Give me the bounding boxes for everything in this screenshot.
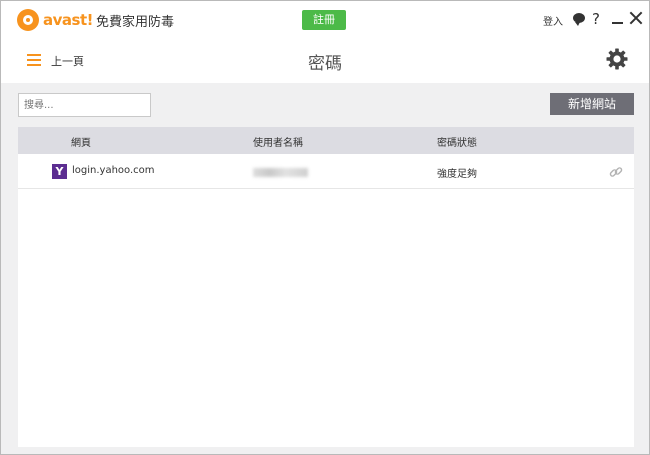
table-header: 網頁 使用者名稱 密碼狀態	[18, 127, 634, 154]
avast-logo-icon	[17, 9, 39, 31]
title-bar: avast! 免費家用防毒 註冊 登入 ?	[1, 1, 649, 39]
app-window: avast! 免費家用防毒 註冊 登入 ? 上一頁 密碼 搜尋... 新增網站 …	[0, 0, 650, 455]
avast-logo: avast!	[17, 8, 93, 32]
chat-icon[interactable]	[573, 13, 585, 26]
nav-bar: 上一頁 密碼	[1, 39, 649, 83]
table-row[interactable]: Y login.yahoo.com 強度足夠	[18, 154, 634, 189]
register-button[interactable]: 註冊	[302, 10, 346, 30]
gear-icon[interactable]	[605, 47, 629, 71]
column-header-status[interactable]: 密碼狀態	[437, 134, 477, 149]
password-table: 網頁 使用者名稱 密碼狀態 Y login.yahoo.com 強度足夠	[18, 127, 634, 447]
username-blurred	[253, 168, 308, 177]
page-title: 密碼	[308, 54, 342, 74]
search-input[interactable]	[18, 93, 151, 117]
app-title: 免費家用防毒	[96, 15, 175, 30]
login-link[interactable]: 登入	[543, 13, 563, 28]
column-header-site[interactable]: 網頁	[71, 134, 91, 149]
password-status: 強度足夠	[437, 169, 477, 180]
logo-text: avast!	[43, 11, 93, 29]
yahoo-icon: Y	[52, 164, 67, 179]
column-header-username[interactable]: 使用者名稱	[253, 134, 303, 149]
site-url: login.yahoo.com	[72, 165, 155, 176]
link-icon[interactable]	[608, 164, 624, 180]
minimize-icon[interactable]	[612, 22, 623, 24]
close-icon[interactable]	[629, 11, 643, 25]
content-area: 新增網站 網頁 使用者名稱 密碼狀態 Y login.yahoo.com 強度足…	[1, 83, 649, 454]
help-icon[interactable]: ?	[592, 10, 600, 28]
add-site-button[interactable]: 新增網站	[550, 93, 634, 115]
